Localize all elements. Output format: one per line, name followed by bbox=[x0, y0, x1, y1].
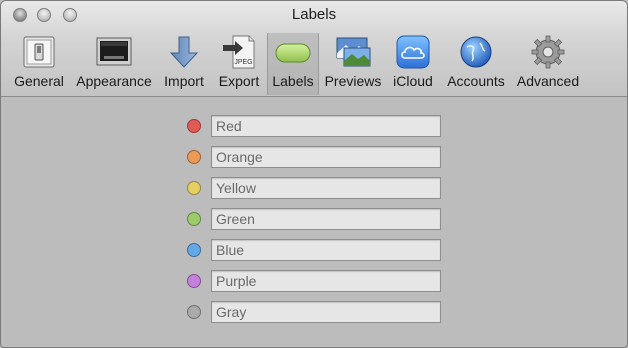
general-switch-icon bbox=[23, 36, 55, 68]
export-jpeg-icon: JPEG bbox=[223, 35, 255, 69]
purple-color-dot-icon bbox=[187, 274, 201, 288]
tab-import[interactable]: Import bbox=[159, 33, 209, 95]
label-name-field-green[interactable] bbox=[211, 208, 441, 230]
tab-icloud-label: iCloud bbox=[393, 73, 433, 89]
label-row-purple bbox=[1, 270, 627, 292]
tab-accounts[interactable]: Accounts bbox=[441, 33, 511, 95]
tab-labels-label: Labels bbox=[272, 73, 314, 89]
tab-export[interactable]: JPEG Export bbox=[213, 33, 265, 95]
previews-photos-icon bbox=[336, 37, 371, 67]
tab-general[interactable]: General bbox=[9, 33, 69, 95]
label-name-field-orange[interactable] bbox=[211, 146, 441, 168]
gray-color-dot-icon bbox=[187, 305, 201, 319]
tab-general-label: General bbox=[14, 73, 64, 89]
label-name-field-yellow[interactable] bbox=[211, 177, 441, 199]
accounts-globe-icon bbox=[460, 36, 492, 68]
label-row-red bbox=[1, 115, 627, 137]
icloud-icon bbox=[396, 35, 430, 69]
tab-previews[interactable]: Previews bbox=[321, 33, 385, 95]
label-row-blue bbox=[1, 239, 627, 261]
import-arrow-icon bbox=[169, 36, 199, 68]
blue-color-dot-icon bbox=[187, 243, 201, 257]
tab-advanced[interactable]: Advanced bbox=[513, 33, 583, 95]
label-row-gray bbox=[1, 301, 627, 323]
labels-pane bbox=[1, 97, 627, 347]
tab-icloud[interactable]: iCloud bbox=[387, 33, 439, 95]
yellow-color-dot-icon bbox=[187, 181, 201, 195]
label-row-yellow bbox=[1, 177, 627, 199]
labels-pill-icon bbox=[275, 43, 311, 63]
tab-accounts-label: Accounts bbox=[447, 73, 505, 89]
title-bar: Labels General Appearance Import JPEG Ex… bbox=[1, 1, 627, 97]
label-name-field-purple[interactable] bbox=[211, 270, 441, 292]
preferences-window: Labels General Appearance Import JPEG Ex… bbox=[0, 0, 628, 348]
label-name-field-blue[interactable] bbox=[211, 239, 441, 261]
red-color-dot-icon bbox=[187, 119, 201, 133]
tab-labels[interactable]: Labels bbox=[267, 33, 319, 95]
label-row-orange bbox=[1, 146, 627, 168]
advanced-gear-icon bbox=[531, 35, 565, 69]
tab-previews-label: Previews bbox=[324, 73, 382, 89]
green-color-dot-icon bbox=[187, 212, 201, 226]
appearance-monitor-icon bbox=[96, 37, 132, 66]
preferences-toolbar: General Appearance Import JPEG Export La… bbox=[1, 33, 627, 95]
tab-appearance[interactable]: Appearance bbox=[71, 33, 157, 95]
orange-color-dot-icon bbox=[187, 150, 201, 164]
label-name-field-red[interactable] bbox=[211, 115, 441, 137]
tab-advanced-label: Advanced bbox=[516, 73, 580, 89]
svg-text:JPEG: JPEG bbox=[234, 59, 252, 66]
tab-appearance-label: Appearance bbox=[76, 73, 152, 89]
label-row-green bbox=[1, 208, 627, 230]
tab-export-label: Export bbox=[218, 73, 260, 89]
window-title: Labels bbox=[291, 6, 337, 23]
label-name-field-gray[interactable] bbox=[211, 301, 441, 323]
tab-import-label: Import bbox=[164, 73, 204, 89]
